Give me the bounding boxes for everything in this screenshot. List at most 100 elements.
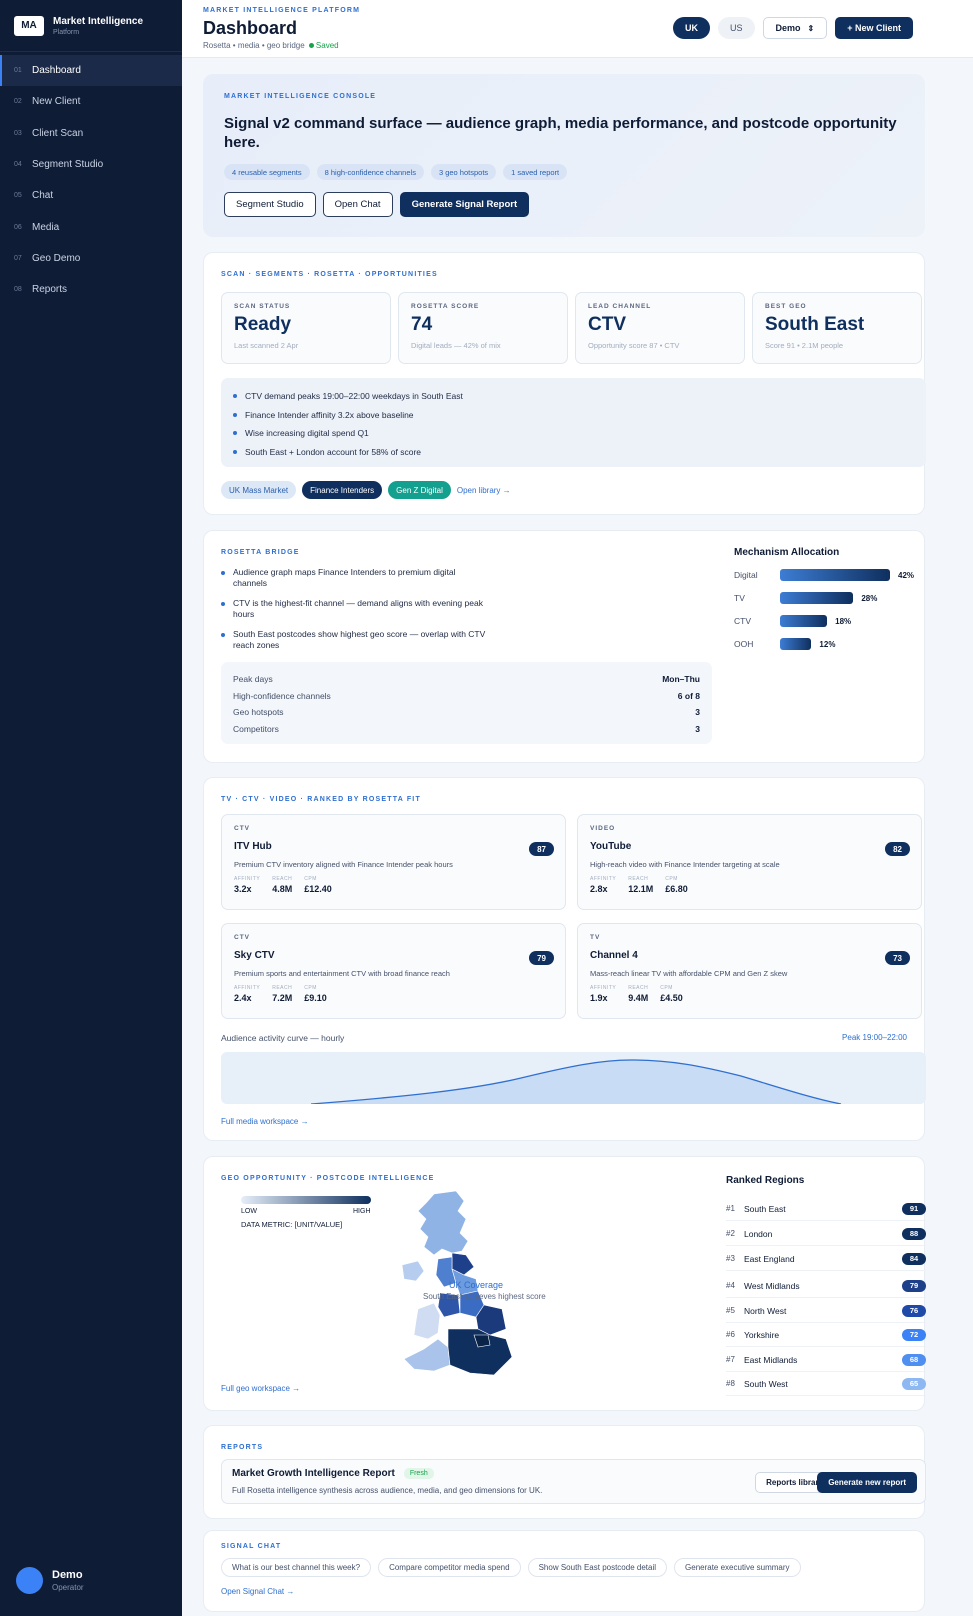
sidebar-item-dashboard[interactable]: 01 Dashboard <box>0 55 182 87</box>
region-row[interactable]: #6 Yorkshire 72 <box>726 1323 926 1347</box>
nav-number: 05 <box>14 192 22 200</box>
metric-value: 1.9x <box>590 993 608 1003</box>
media-kind: CTV <box>234 934 250 941</box>
map-region-south-west[interactable] <box>403 1338 451 1372</box>
map-region-wales[interactable] <box>413 1302 441 1340</box>
mechanism-row-digital: Digital 42% <box>734 569 914 581</box>
mechanism-row-ooh: OOH 12% <box>734 638 835 650</box>
report-card: Market Growth Intelligence Report Fresh F… <box>221 1459 926 1504</box>
audience-curve-svg <box>310 1059 842 1104</box>
open-library-link[interactable]: Open library → <box>457 486 511 495</box>
nav-number: 01 <box>14 67 22 75</box>
metric-value: 4.8M <box>272 884 293 894</box>
metric-label: REACH <box>628 985 649 991</box>
media-card-channel-4[interactable]: TV Channel 4 73 Mass-reach linear TV wit… <box>577 923 922 1019</box>
generate-new-report-button[interactable]: Generate new report <box>817 1472 917 1493</box>
stat-value: 3 <box>695 723 700 734</box>
metric-label: CPM <box>660 985 673 991</box>
brand-logo: MA <box>14 15 44 36</box>
stat-value: 6 of 8 <box>677 690 700 701</box>
brand[interactable]: MA Market Intelligence Platform <box>0 0 182 52</box>
sidebar-item-segment-studio[interactable]: 04 Segment Studio <box>0 149 182 180</box>
chat-prompt-chip[interactable]: What is our best channel this week? <box>221 1558 372 1577</box>
console-headline: Signal v2 command surface — audience gra… <box>224 115 897 151</box>
metric-cpm: CPM £9.10 <box>304 985 327 1003</box>
generate-signal-report-button[interactable]: Generate Signal Report <box>399 192 530 217</box>
region-row[interactable]: #2 London 88 <box>726 1222 926 1246</box>
sidebar-nav: 01 Dashboard 02 New Client 03 Client Scan 0… <box>0 55 182 305</box>
nav-label: New Client <box>32 96 81 108</box>
list-item: Finance Intender affinity 3.2x above bas… <box>233 406 914 425</box>
avatar <box>16 1567 43 1594</box>
chat-prompt-chip[interactable]: Show South East postcode detail <box>527 1558 668 1577</box>
metric-value: 9.4M <box>628 993 649 1003</box>
metric-label: AFFINITY <box>590 985 617 991</box>
fit-score-badge: 82 <box>885 842 910 856</box>
nav-number: 04 <box>14 161 22 169</box>
user-profile[interactable]: Demo Operator <box>16 1567 84 1594</box>
media-kind: CTV <box>234 825 250 832</box>
kpi-value: CTV <box>588 314 626 335</box>
kpi-label: LEAD CHANNEL <box>588 303 652 310</box>
mechanism-label: CTV <box>734 616 751 626</box>
metric-cpm: CPM £4.50 <box>660 985 683 1003</box>
brand-subtitle: Platform <box>53 28 80 36</box>
open-chat-button[interactable]: Open Chat <box>322 192 393 217</box>
sidebar-item-media[interactable]: 06 Media <box>0 211 182 242</box>
segment-tag-uk-mass-market[interactable]: UK Mass Market <box>221 481 297 499</box>
full-media-workspace-link[interactable]: Full media workspace → <box>221 1117 309 1126</box>
segment-tag-gen-z-digital[interactable]: Gen Z Digital <box>388 481 451 499</box>
region-row[interactable]: #4 West Midlands 79 <box>726 1274 926 1298</box>
geo-section: GEO OPPORTUNITY · POSTCODE INTELLIGENCE … <box>203 1156 926 1411</box>
region-us-toggle[interactable]: US <box>718 17 755 39</box>
open-signal-chat-link[interactable]: Open Signal Chat → <box>221 1587 294 1596</box>
region-score-badge: 72 <box>902 1328 926 1341</box>
map-region-northern-ireland[interactable] <box>401 1260 425 1282</box>
sidebar-item-geo-demo[interactable]: 07 Geo Demo <box>0 243 182 274</box>
sidebar: MA Market Intelligence Platform 01 Dashbo… <box>0 0 182 1616</box>
metric-value: £12.40 <box>304 884 332 894</box>
media-card-sky-ctv[interactable]: CTV Sky CTV 79 Premium sports and entert… <box>221 923 566 1019</box>
summary-chip: 3 geo hotspots <box>430 164 497 180</box>
sidebar-item-chat[interactable]: 05 Chat <box>0 180 182 211</box>
map-region-scotland[interactable] <box>417 1190 469 1256</box>
region-row[interactable]: #7 East Midlands 68 <box>726 1348 926 1372</box>
new-client-button[interactable]: + New Client <box>835 17 913 39</box>
kpi-rosetta-score: ROSETTA SCORE 74 Digital leads — 42% of mi… <box>398 292 568 364</box>
sidebar-item-reports[interactable]: 08 Reports <box>0 274 182 305</box>
region-score-badge: 91 <box>902 1202 926 1215</box>
region-row[interactable]: #5 North West 76 <box>726 1299 926 1323</box>
metric-label: REACH <box>272 876 293 882</box>
mode-select[interactable]: Demo ⇕ <box>762 17 828 39</box>
list-item: South East + London account for 58% of s… <box>233 443 914 462</box>
sidebar-item-new-client[interactable]: 02 New Client <box>0 86 182 117</box>
kpi-sub: Opportunity score 87 • CTV <box>588 341 680 350</box>
chat-prompt-chip[interactable]: Compare competitor media spend <box>378 1558 521 1577</box>
media-card-youtube[interactable]: VIDEO YouTube 82 High-reach video with F… <box>577 814 922 910</box>
region-row[interactable]: #8 South West 65 <box>726 1372 926 1396</box>
region-score-badge: 68 <box>902 1353 926 1366</box>
media-name: YouTube <box>590 841 632 852</box>
mechanism-bar <box>780 615 828 627</box>
segment-tag-finance-intenders[interactable]: Finance Intenders <box>302 481 383 499</box>
kpi-best-geo: BEST GEO South East Score 91 • 2.1M people <box>752 292 922 364</box>
region-uk-toggle[interactable]: UK <box>673 17 710 39</box>
kpi-value: Ready <box>234 314 292 335</box>
section-eyebrow: ROSETTA BRIDGE <box>221 549 300 556</box>
kpi-label: SCAN STATUS <box>234 303 291 310</box>
top-bar: MARKET INTELLIGENCE PLATFORM Dashboard R… <box>182 0 973 58</box>
media-desc: Premium CTV inventory aligned with Finan… <box>234 860 453 869</box>
segment-studio-button[interactable]: Segment Studio <box>224 192 316 217</box>
bridge-stats: Peak days Mon–Thu High-confidence channel… <box>221 662 712 744</box>
nav-number: 06 <box>14 223 22 231</box>
media-metrics: AFFINITY 3.2x REACH 4.8M CPM £12.40 <box>234 876 553 894</box>
region-row[interactable]: #3 East England 84 <box>726 1247 926 1271</box>
region-name: Yorkshire <box>744 1329 780 1340</box>
sidebar-item-client-scan[interactable]: 03 Client Scan <box>0 118 182 149</box>
chat-prompt-chip[interactable]: Generate executive summary <box>674 1558 801 1577</box>
media-card-itv-hub[interactable]: CTV ITV Hub 87 Premium CTV inventory ali… <box>221 814 566 910</box>
full-geo-workspace-link[interactable]: Full geo workspace → <box>221 1384 300 1393</box>
nav-label: Dashboard <box>32 65 81 77</box>
region-row[interactable]: #1 South East 91 <box>726 1197 926 1221</box>
metric-label: CPM <box>665 876 678 882</box>
